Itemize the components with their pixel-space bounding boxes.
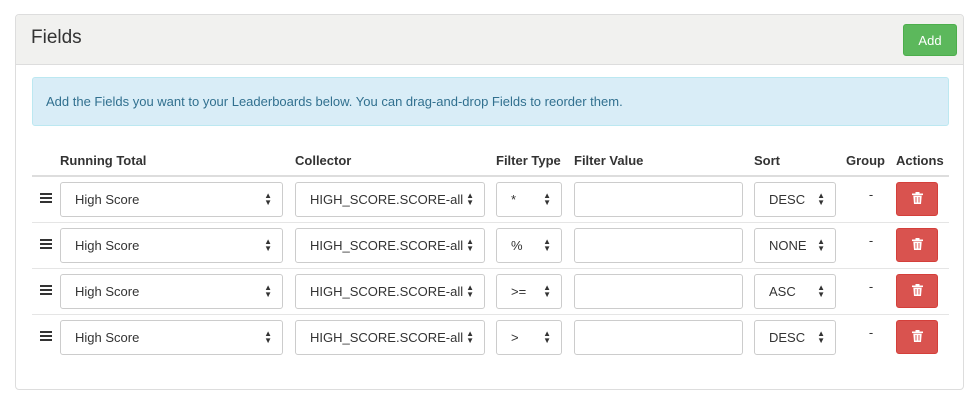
sort-value: ASC	[769, 283, 796, 299]
sort-value: NONE	[769, 237, 807, 253]
group-value: -	[846, 267, 896, 314]
filter-value-input[interactable]	[574, 319, 743, 355]
running-total-value: High Score	[75, 283, 140, 299]
header-running-total: Running Total	[60, 146, 295, 177]
drag-handle-icon[interactable]	[32, 221, 60, 268]
running-total-value: High Score	[75, 237, 140, 253]
filter-type-select[interactable]: % ▲ ▼	[496, 227, 562, 263]
table-row: High Score ▲ ▼ HIGH_SCORE.SCORE-all ▲ ▼ > …	[32, 313, 949, 360]
filter-value-input[interactable]	[574, 227, 743, 263]
filter-type-value: %	[511, 237, 523, 253]
sort-value: DESC	[769, 329, 806, 345]
sort-arrows-icon: ▲ ▼	[543, 191, 551, 208]
sort-select[interactable]: NONE ▲ ▼	[754, 227, 836, 263]
running-total-select[interactable]: High Score ▲ ▼	[60, 227, 283, 263]
collector-select[interactable]: HIGH_SCORE.SCORE-all ▲ ▼	[295, 227, 485, 263]
collector-select[interactable]: HIGH_SCORE.SCORE-all ▲ ▼	[295, 181, 485, 217]
collector-select[interactable]: HIGH_SCORE.SCORE-all ▲ ▼	[295, 319, 485, 355]
sort-select[interactable]: ASC ▲ ▼	[754, 273, 836, 309]
filter-value-input[interactable]	[574, 273, 743, 309]
sort-value: DESC	[769, 191, 806, 207]
delete-field-button[interactable]	[896, 228, 938, 262]
collector-value: HIGH_SCORE.SCORE-all	[310, 191, 464, 207]
sort-arrows-icon: ▲ ▼	[543, 237, 551, 253]
table-row: High Score ▲ ▼ HIGH_SCORE.SCORE-all ▲ ▼ >=…	[32, 267, 949, 314]
sort-arrows-icon: ▲ ▼	[466, 191, 474, 208]
group-value: -	[868, 186, 874, 202]
header-filter-value: Filter Value	[574, 146, 754, 177]
trash-icon	[911, 191, 923, 207]
running-total-select[interactable]: High Score ▲ ▼	[60, 319, 283, 355]
filter-type-select[interactable]: > ▲ ▼	[496, 319, 562, 355]
table-header-row: Running Total Collector Filter Type Filt…	[32, 146, 949, 177]
header-filter-type: Filter Type	[496, 146, 574, 177]
sort-arrows-icon: ▲ ▼	[264, 329, 272, 346]
running-total-value: High Score	[75, 329, 140, 345]
group-value: -	[846, 221, 896, 268]
sort-arrows-icon: ▲ ▼	[264, 283, 272, 299]
sort-arrows-icon: ▲ ▼	[817, 283, 825, 299]
header-actions: Actions	[896, 146, 949, 177]
filter-type-value: >=	[511, 283, 527, 299]
collector-value: HIGH_SCORE.SCORE-all	[310, 283, 464, 299]
running-total-value: High Score	[75, 191, 140, 207]
collector-select[interactable]: HIGH_SCORE.SCORE-all ▲ ▼	[295, 273, 485, 309]
table-row: High Score ▲ ▼ HIGH_SCORE.SCORE-all ▲ ▼ * …	[32, 176, 949, 222]
sort-arrows-icon: ▲ ▼	[264, 237, 272, 253]
sort-arrows-icon: ▲ ▼	[817, 237, 825, 253]
sort-arrows-icon: ▲ ▼	[264, 191, 272, 208]
panel-title: Fields	[31, 27, 82, 48]
filter-type-value: *	[511, 191, 517, 207]
panel-heading: Fields Add	[16, 15, 963, 65]
running-total-select[interactable]: High Score ▲ ▼	[60, 273, 283, 309]
drag-handle-icon[interactable]	[32, 267, 60, 314]
collector-value: HIGH_SCORE.SCORE-all	[310, 329, 464, 345]
sort-arrows-icon: ▲ ▼	[543, 283, 551, 299]
trash-icon	[911, 329, 923, 345]
group-value: -	[846, 313, 896, 360]
running-total-select[interactable]: High Score ▲ ▼	[60, 181, 283, 217]
fields-table: Running Total Collector Filter Type Filt…	[32, 146, 949, 360]
filter-type-select[interactable]: >= ▲ ▼	[496, 273, 562, 309]
sort-arrows-icon: ▲ ▼	[466, 237, 474, 253]
table-row: High Score ▲ ▼ HIGH_SCORE.SCORE-all ▲ ▼ % …	[32, 221, 949, 268]
sort-arrows-icon: ▲ ▼	[817, 329, 825, 346]
sort-arrows-icon: ▲ ▼	[466, 283, 474, 299]
header-group: Group	[846, 146, 896, 177]
sort-arrows-icon: ▲ ▼	[543, 329, 551, 346]
sort-select[interactable]: DESC ▲ ▼	[754, 319, 836, 355]
sort-select[interactable]: DESC ▲ ▼	[754, 181, 836, 217]
header-collector: Collector	[295, 146, 496, 177]
handle-header	[32, 146, 60, 177]
filter-value-input[interactable]	[574, 181, 743, 217]
header-sort: Sort	[754, 146, 846, 177]
add-field-button[interactable]: Add	[903, 24, 957, 56]
info-alert: Add the Fields you want to your Leaderbo…	[32, 77, 949, 126]
info-alert-text: Add the Fields you want to your Leaderbo…	[46, 94, 623, 109]
delete-field-button[interactable]	[896, 274, 938, 308]
drag-handle-icon[interactable]	[32, 176, 60, 222]
delete-field-button[interactable]	[896, 320, 938, 355]
collector-value: HIGH_SCORE.SCORE-all	[310, 237, 464, 253]
drag-handle-icon[interactable]	[32, 313, 60, 360]
sort-arrows-icon: ▲ ▼	[466, 329, 474, 346]
trash-icon	[911, 283, 923, 299]
fields-panel: Fields Add Add the Fields you want to yo…	[15, 14, 964, 390]
sort-arrows-icon: ▲ ▼	[817, 191, 825, 208]
delete-field-button[interactable]	[896, 182, 938, 217]
trash-icon	[911, 237, 923, 253]
filter-type-select[interactable]: * ▲ ▼	[496, 181, 562, 217]
filter-type-value: >	[511, 329, 519, 345]
